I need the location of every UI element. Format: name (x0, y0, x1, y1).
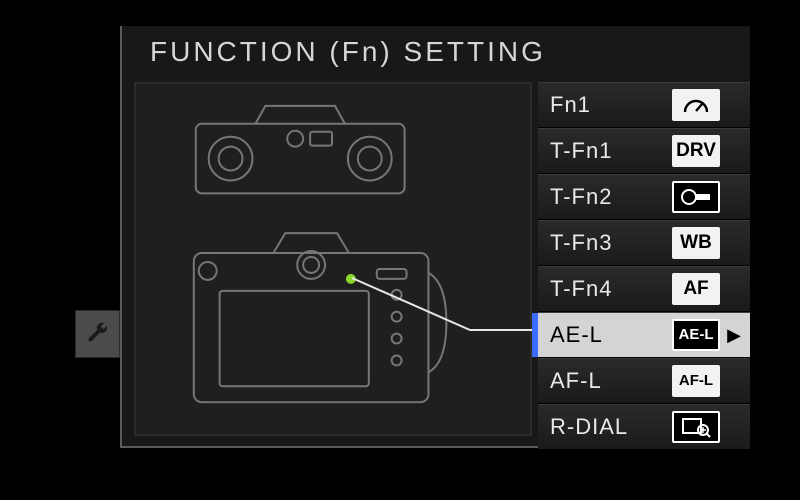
page-title: FUNCTION (Fn) SETTING (150, 36, 546, 68)
wrench-icon (86, 322, 110, 346)
menu-item-label: Fn1 (550, 83, 591, 127)
gauge-icon (672, 89, 720, 121)
menu-item-tfn1[interactable]: T-Fn1 DRV ▶ (538, 128, 750, 174)
menu-item-label: AE-L (550, 313, 603, 357)
menu-item-tfn4[interactable]: T-Fn4 AF ▶ (538, 266, 750, 312)
side-tab-wrench[interactable] (75, 310, 120, 358)
menu-item-label: T-Fn1 (550, 129, 612, 173)
menu-item-label: AF-L (550, 359, 602, 403)
chevron-right-icon: ▶ (727, 313, 742, 357)
menu-item-afl[interactable]: AF-L AF-L ▶ (538, 358, 750, 404)
wb-icon: WB (672, 227, 720, 259)
menu-item-tfn3[interactable]: T-Fn3 WB ▶ (538, 220, 750, 266)
menu-item-fn1[interactable]: Fn1 ▶ (538, 82, 750, 128)
screen: ◀ FUNCTION (Fn) SETTING (0, 0, 800, 500)
ael-icon: AE-L (672, 319, 720, 351)
menu-item-label: T-Fn3 (550, 221, 612, 265)
menu-item-ael[interactable]: AE-L AE-L ▶ (538, 312, 750, 358)
menu-item-tfn2[interactable]: T-Fn2 ▶ (538, 174, 750, 220)
drv-icon: DRV (672, 135, 720, 167)
af-icon: AF (672, 273, 720, 305)
magnify-icon (672, 411, 720, 443)
camera-diagram (134, 82, 532, 436)
afl-icon: AF-L (672, 365, 720, 397)
menu-item-rdial[interactable]: R-DIAL ▶ (538, 404, 750, 450)
film-icon (672, 181, 720, 213)
menu-item-label: T-Fn4 (550, 267, 612, 311)
camera-diagram-svg (136, 84, 530, 434)
highlight-dot (346, 274, 356, 284)
menu-item-label: T-Fn2 (550, 175, 612, 219)
fn-menu: Fn1 ▶ T-Fn1 DRV ▶ T-Fn2 ▶ (538, 82, 750, 450)
menu-item-label: R-DIAL (550, 405, 628, 449)
